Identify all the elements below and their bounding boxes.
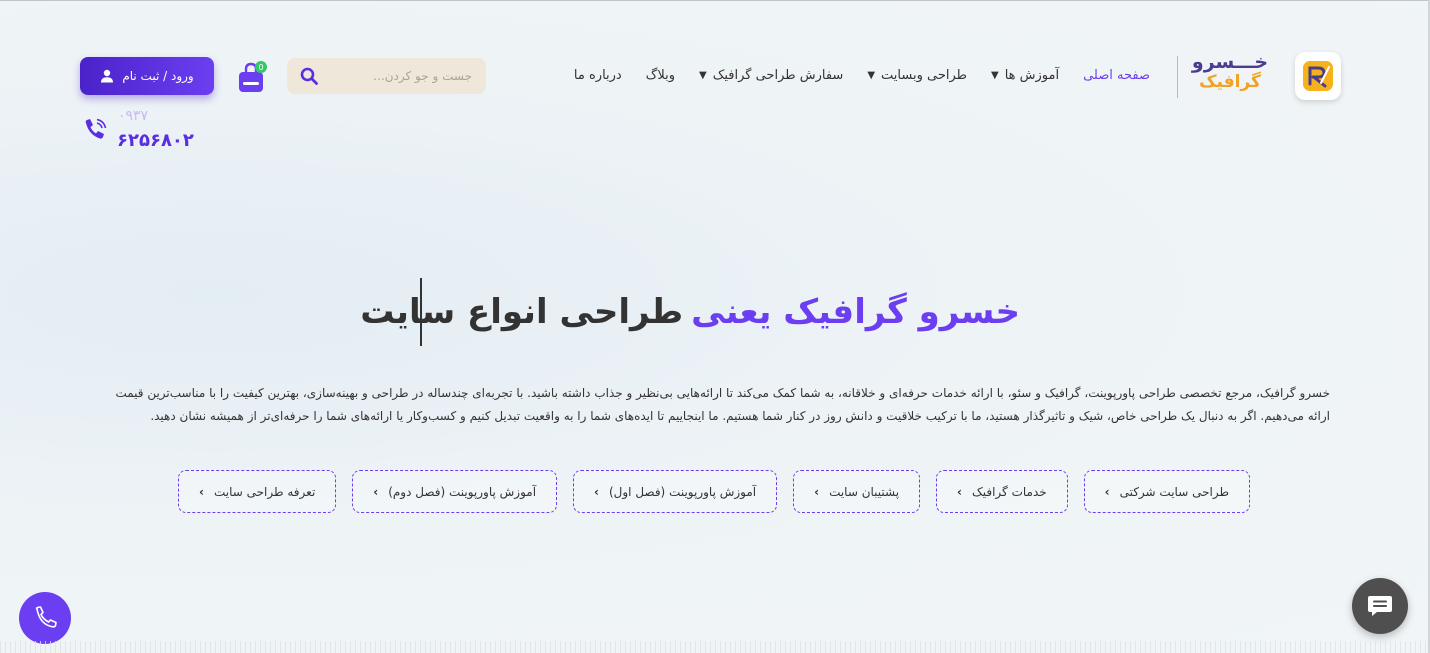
hero-highlight: خسرو گرافیک یعنی — [691, 292, 1020, 332]
search-icon[interactable] — [299, 66, 319, 86]
phone-icon — [35, 606, 57, 628]
hero-title: خسرو گرافیک یعنی طراحی انواع سایت — [360, 278, 1020, 346]
chevron-left-icon: › — [814, 484, 820, 499]
chip-label: آموزش پاورپوینت (فصل اول) — [608, 484, 757, 499]
chip-label: طراحی سایت شرکتی — [1119, 484, 1229, 499]
chevron-left-icon: › — [957, 484, 962, 499]
nav-item-blog[interactable]: وبلاگ — [646, 68, 675, 83]
chip-powerpoint-ch1[interactable]: آموزش پاورپوینت (فصل اول) › — [573, 470, 778, 513]
caret-down-icon: ▼ — [867, 69, 876, 81]
nav-item-label: درباره ما — [573, 67, 622, 83]
login-register-button[interactable]: ورود / ثبت نام — [80, 57, 214, 95]
chat-icon — [1368, 596, 1392, 616]
chip-label: پشتیبان سایت — [829, 484, 900, 499]
chip-label: خدمات گرافیک — [972, 484, 1047, 499]
logo-line1: خـــسرو — [1191, 51, 1269, 73]
top-border — [0, 0, 1430, 1]
typing-cursor — [420, 278, 422, 346]
cart-count-badge: 0 — [255, 61, 267, 73]
logo-wordmark[interactable]: خـــسرو گرافیک — [1190, 52, 1270, 98]
chip-label: آموزش پاورپوینت (فصل دوم) — [388, 484, 537, 499]
hero-rest: طراحی انواع سایت — [360, 292, 684, 332]
chip-label: تعرفه طراحی سایت — [213, 484, 316, 499]
nav-item-tutorials[interactable]: آموزش ها ▼ — [991, 68, 1059, 83]
call-floating-button[interactable] — [19, 592, 71, 644]
caret-down-icon: ▼ — [991, 69, 999, 81]
phone-icon[interactable] — [82, 118, 108, 144]
logo-divider — [1177, 56, 1178, 98]
caret-down-icon: ▼ — [699, 69, 707, 81]
chat-floating-button[interactable] — [1352, 578, 1408, 634]
logo-mark-icon — [1303, 61, 1333, 91]
login-label: ورود / ثبت نام — [122, 69, 194, 83]
logo-line2: گرافیک — [1199, 72, 1261, 92]
nav-item-label: آموزش ها — [1004, 67, 1060, 83]
nav-item-label: وبلاگ — [645, 67, 676, 83]
user-icon — [101, 69, 114, 83]
phone-number[interactable]: ۶۲۵۶۸۰۲ — [117, 130, 194, 151]
chip-site-pricing[interactable]: تعرفه طراحی سایت › — [178, 470, 337, 513]
hero-description: خسرو گرافیک، مرجع تخصصی طراحی پاورپوینت،… — [115, 386, 1330, 423]
nav-item-about[interactable]: درباره ما — [574, 68, 622, 83]
chip-site-support[interactable]: پشتیبان سایت › — [793, 470, 921, 513]
nav-item-web-design[interactable]: طراحی وبسایت ▼ — [867, 68, 967, 83]
logo-icon[interactable] — [1295, 52, 1341, 100]
nav-item-label: صفحه اصلی — [1083, 67, 1150, 83]
chevron-left-icon: › — [199, 484, 204, 499]
footer-pattern — [0, 641, 1430, 653]
search-box — [287, 58, 486, 94]
chevron-left-icon: › — [1104, 484, 1110, 499]
nav-item-graphic-order[interactable]: سفارش طراحی گرافیک ▼ — [699, 68, 843, 83]
nav-item-label: طراحی وبسایت — [881, 67, 967, 83]
chevron-left-icon: › — [594, 484, 599, 499]
search-input[interactable] — [322, 58, 472, 94]
chip-graphic-services[interactable]: خدمات گرافیک › — [936, 470, 1068, 513]
nav-item-label: سفارش طراحی گرافیک — [712, 67, 844, 83]
chip-powerpoint-ch2[interactable]: آموزش پاورپوینت (فصل دوم) › — [352, 470, 558, 513]
phone-prefix[interactable]: ۰۹۳۷ — [118, 108, 148, 124]
main-nav: صفحه اصلی آموزش ها ▼ طراحی وبسایت ▼ سفار… — [540, 64, 1150, 86]
chip-corporate-site[interactable]: طراحی سایت شرکتی › — [1083, 470, 1250, 513]
quick-links: طراحی سایت شرکتی › خدمات گرافیک › پشتیبا… — [178, 470, 1250, 514]
nav-item-home[interactable]: صفحه اصلی — [1083, 68, 1150, 83]
chevron-left-icon: › — [373, 484, 379, 499]
